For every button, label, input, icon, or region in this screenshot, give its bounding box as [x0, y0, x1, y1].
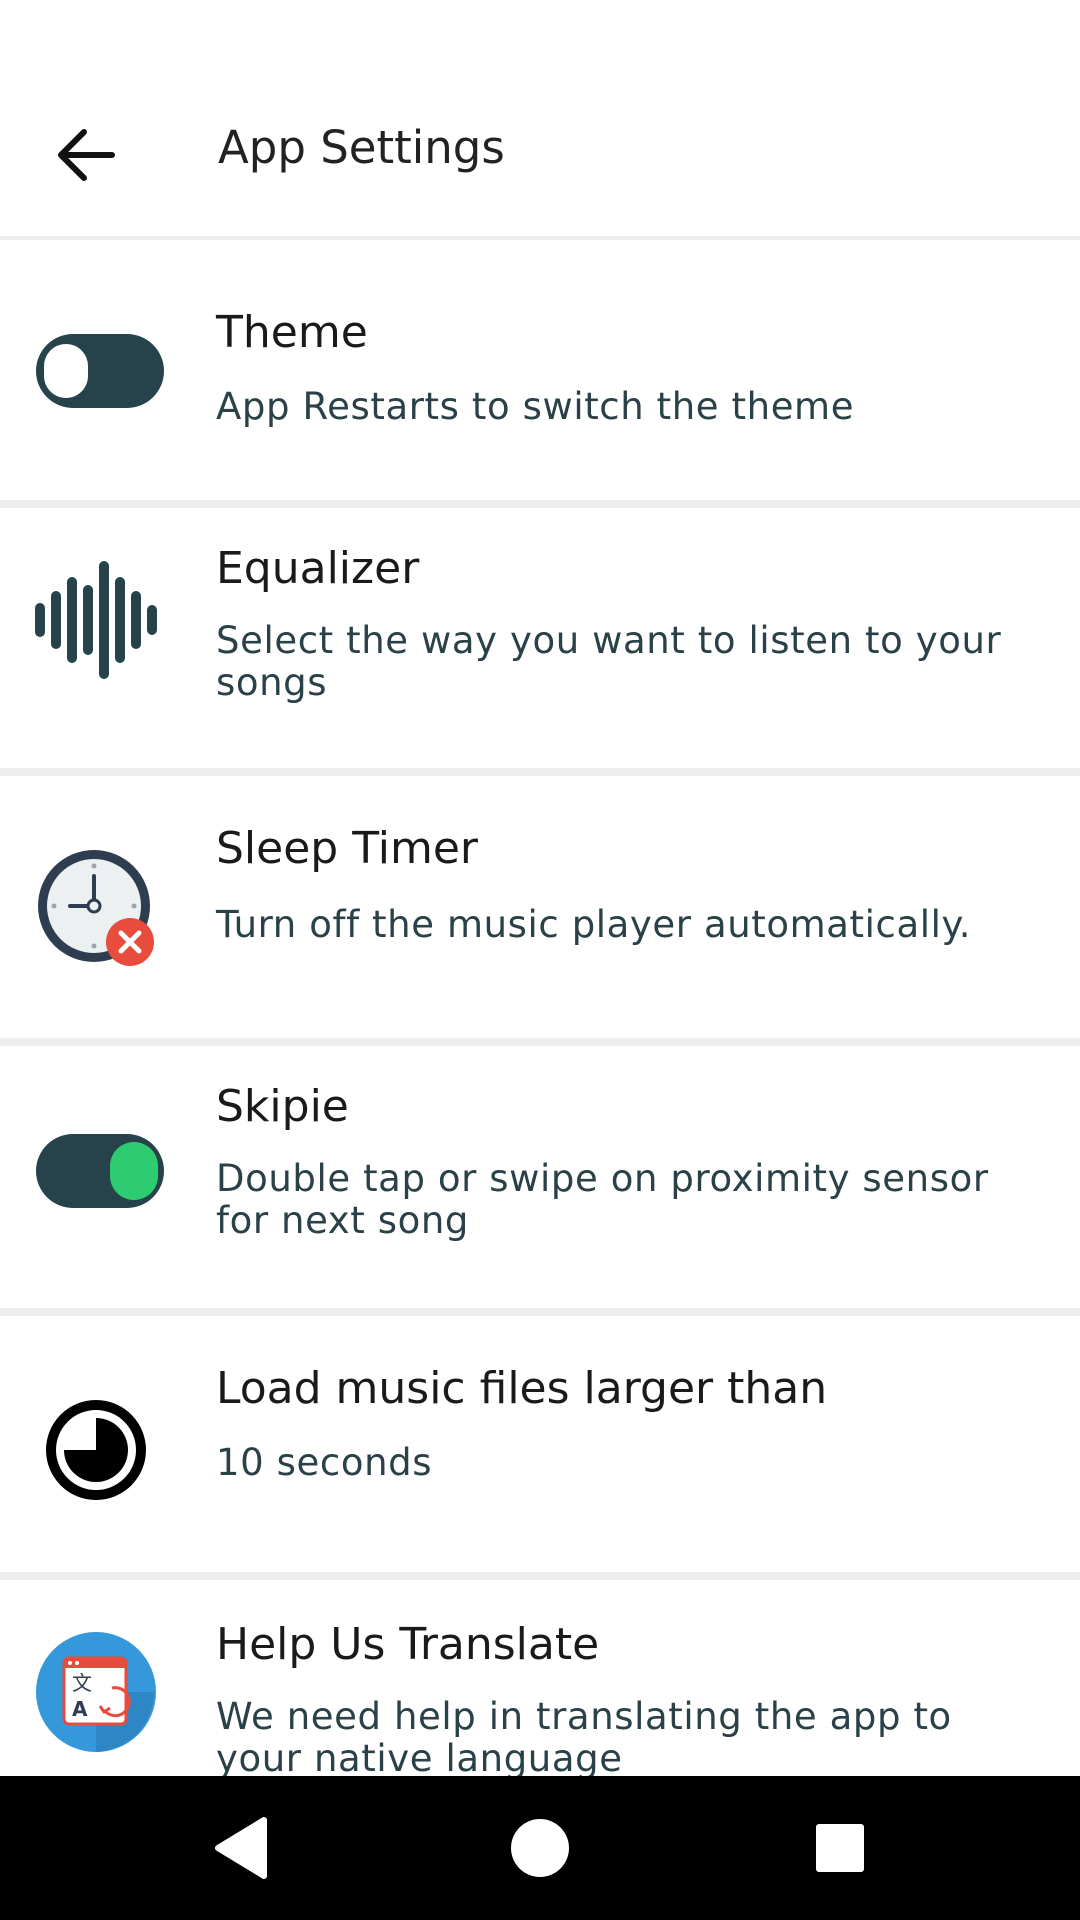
- arrow-back-icon: [58, 129, 115, 181]
- translate-icon: 文 A: [36, 1632, 156, 1752]
- sound-wave-icon: [35, 561, 157, 679]
- setting-subtitle: Turn off the music player automatically.: [216, 903, 972, 946]
- setting-title: Equalizer: [216, 543, 420, 594]
- setting-row-sleep-timer[interactable]: Sleep Timer Turn off the music player au…: [0, 776, 1080, 1046]
- equalizer-icon-wrap: [34, 558, 158, 686]
- setting-row-skipie[interactable]: Skipie Double tap or swipe on proximity …: [0, 1046, 1080, 1316]
- setting-row-min-duration[interactable]: Load music files larger than 10 seconds: [0, 1316, 1080, 1580]
- setting-title: Theme: [216, 307, 368, 358]
- setting-title: Help Us Translate: [216, 1619, 600, 1670]
- nav-back-triangle-icon: [215, 1817, 267, 1879]
- nav-recents-button[interactable]: [760, 1776, 920, 1920]
- page-title: App Settings: [218, 121, 505, 174]
- timer-icon-wrap: [34, 1388, 158, 1516]
- toggle-switch-off-icon: [36, 334, 164, 408]
- setting-row-equalizer[interactable]: Equalizer Select the way you want to lis…: [0, 508, 1080, 776]
- nav-home-circle-icon: [511, 1819, 569, 1877]
- toggle-switch-on-icon: [36, 1134, 164, 1208]
- setting-subtitle: We need help in translating the app to y…: [216, 1695, 952, 1780]
- nav-recents-square-icon: [816, 1824, 864, 1872]
- timer-pie-icon: [46, 1400, 146, 1500]
- system-navigation-bar: [0, 1776, 1080, 1920]
- setting-title: Sleep Timer: [216, 823, 478, 874]
- setting-subtitle: Double tap or swipe on proximity sensor …: [216, 1157, 989, 1242]
- setting-title: Skipie: [216, 1081, 349, 1132]
- app-bar: App Settings: [0, 0, 1080, 240]
- setting-title: Load music files larger than: [216, 1363, 828, 1414]
- translate-icon-wrap: 文 A: [34, 1630, 158, 1758]
- settings-list: Theme App Restarts to switch the theme E…: [0, 240, 1080, 1830]
- setting-subtitle: 10 seconds: [216, 1441, 433, 1484]
- nav-back-button[interactable]: [160, 1776, 320, 1920]
- clock-cancel-icon: [38, 850, 154, 966]
- back-button[interactable]: [40, 110, 130, 200]
- svg-text:A: A: [72, 1697, 88, 1721]
- sleep-timer-icon-wrap: [34, 846, 158, 974]
- theme-toggle[interactable]: [34, 332, 166, 414]
- skipie-toggle[interactable]: [34, 1132, 166, 1214]
- setting-subtitle: Select the way you want to listen to you…: [216, 619, 1002, 704]
- setting-subtitle: App Restarts to switch the theme: [216, 385, 855, 428]
- setting-row-theme[interactable]: Theme App Restarts to switch the theme: [0, 240, 1080, 508]
- svg-text:文: 文: [72, 1671, 92, 1695]
- nav-home-button[interactable]: [460, 1776, 620, 1920]
- app-settings-screen: App Settings Theme App Restarts to switc…: [0, 0, 1080, 1920]
